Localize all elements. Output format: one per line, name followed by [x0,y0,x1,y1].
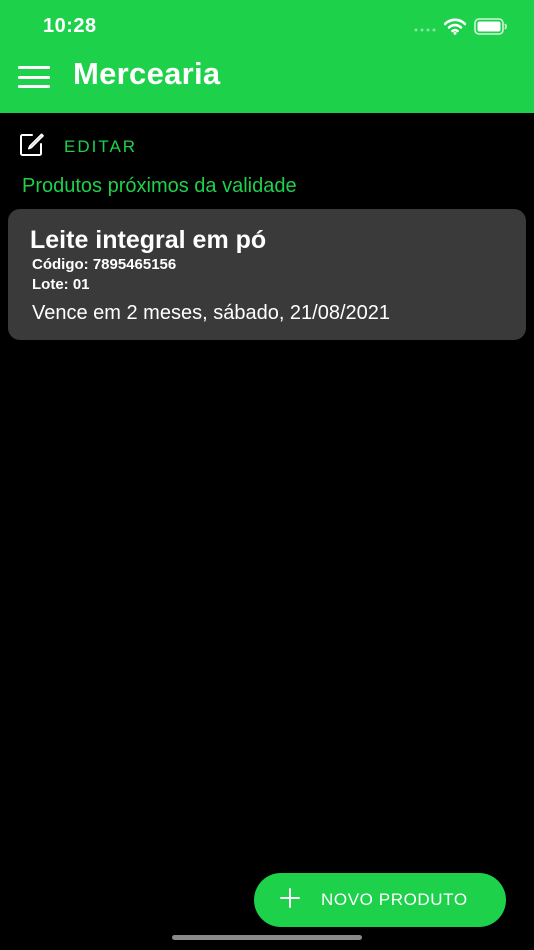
new-product-label: NOVO PRODUTO [321,890,468,909]
status-time: 10:28 [43,15,97,37]
status-icons [414,18,508,40]
product-card[interactable]: Leite integral em pó Código: 7895465156 … [8,209,526,340]
status-bar: 10:28 [0,0,534,54]
plus-icon [254,887,321,914]
new-product-button[interactable]: NOVO PRODUTO [254,873,506,927]
wifi-icon [443,18,467,40]
product-batch: Lote: 01 [32,276,90,293]
page-title: Mercearia [73,56,221,91]
app-header: 10:28 Mercearia [0,0,534,113]
edit-square-icon [18,130,64,163]
battery-icon [474,18,508,40]
section-title: Produtos próximos da validade [22,175,297,197]
cellular-signal-icon [414,20,436,38]
home-indicator[interactable] [172,935,362,940]
hamburger-menu-icon[interactable] [18,64,52,90]
edit-button[interactable]: EDITAR [18,130,137,163]
edit-label: EDITAR [64,136,138,156]
product-expiry: Vence em 2 meses, sábado, 21/08/2021 [32,302,391,324]
product-code: Código: 7895465156 [32,256,177,273]
product-name: Leite integral em pó [30,226,267,254]
